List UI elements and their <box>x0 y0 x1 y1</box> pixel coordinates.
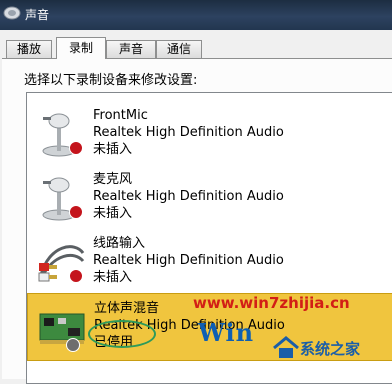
unplugged-badge-icon <box>69 141 83 155</box>
device-driver: Realtek High Definition Audio <box>93 125 284 140</box>
unplugged-badge-icon <box>69 269 83 283</box>
tab-label: 通信 <box>166 42 191 56</box>
tab-label: 播放 <box>16 42 41 56</box>
window-title: 声音 <box>25 8 50 22</box>
device-item-microphone[interactable]: 麦克风 Realtek High Definition Audio 未插入 <box>27 165 392 229</box>
device-item-line-in[interactable]: 线路输入 Realtek High Definition Audio 未插入 <box>27 229 392 293</box>
device-status: 未插入 <box>93 270 133 285</box>
speaker-icon <box>3 6 21 20</box>
device-name: 线路输入 <box>93 236 146 251</box>
device-status: 未插入 <box>93 206 133 221</box>
tab-label: 录制 <box>68 41 93 55</box>
device-name: FrontMic <box>93 108 148 123</box>
unplugged-badge-icon <box>69 205 83 219</box>
tab-sounds[interactable]: 声音 <box>106 40 156 58</box>
tab-label: 声音 <box>118 42 143 56</box>
tab-playback[interactable]: 播放 <box>6 40 52 58</box>
watermark-site: 系统之家 <box>300 340 361 358</box>
annotation-ellipse <box>88 320 156 348</box>
device-name: 立体声混音 <box>94 301 160 316</box>
home-logo-icon <box>273 336 299 358</box>
tab-recording[interactable]: 录制 <box>56 37 106 59</box>
tab-strip: 播放 录制 声音 通信 <box>6 37 386 59</box>
device-driver: Realtek High Definition Audio <box>93 189 284 204</box>
watermark-brand: Win <box>198 318 255 347</box>
watermark-url: www.win7zhijia.cn <box>193 294 350 312</box>
device-item-frontmic[interactable]: FrontMic Realtek High Definition Audio 未… <box>27 101 392 165</box>
device-name: 麦克风 <box>93 172 133 187</box>
instruction-text: 选择以下录制设备来修改设置: <box>24 73 198 88</box>
title-bar[interactable]: 声音 <box>0 0 392 30</box>
sound-card-icon <box>39 313 85 344</box>
device-status: 未插入 <box>93 142 133 157</box>
tab-communications[interactable]: 通信 <box>156 40 202 58</box>
disabled-badge-icon <box>66 338 80 352</box>
device-driver: Realtek High Definition Audio <box>93 253 284 268</box>
